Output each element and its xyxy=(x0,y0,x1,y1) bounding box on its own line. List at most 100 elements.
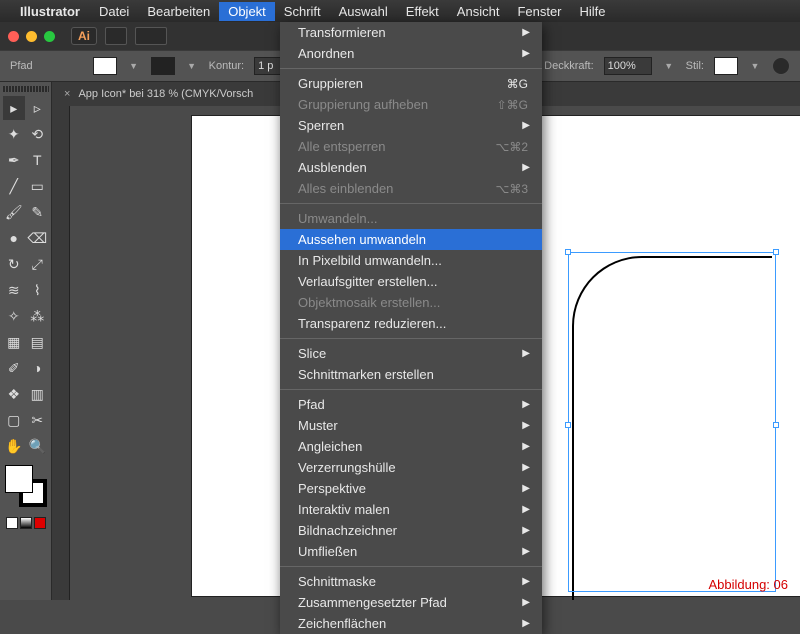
menu-item: Alle entsperren⌥⌘2 xyxy=(280,136,542,157)
menu-item[interactable]: Anordnen▶ xyxy=(280,43,542,64)
slice-tool[interactable]: ✂ xyxy=(27,408,49,432)
menu-auswahl[interactable]: Auswahl xyxy=(330,2,397,21)
fill-stroke-control[interactable] xyxy=(5,465,47,507)
blob-tool[interactable]: ● xyxy=(3,226,25,250)
pen-tool[interactable]: ✒ xyxy=(3,148,25,172)
menu-item[interactable]: Transparenz reduzieren... xyxy=(280,313,542,334)
document-title: App Icon* bei 318 % (CMYK/Vorsch xyxy=(78,88,253,100)
selection-handle[interactable] xyxy=(565,422,571,428)
menu-schrift[interactable]: Schrift xyxy=(275,2,330,21)
close-tab-icon[interactable]: × xyxy=(64,88,70,100)
type-tool[interactable]: T xyxy=(27,148,49,172)
submenu-arrow-icon: ▶ xyxy=(522,597,530,608)
minimize-icon[interactable] xyxy=(26,31,37,42)
menu-item[interactable]: Gruppieren⌘G xyxy=(280,73,542,94)
menu-item[interactable]: Sperren▶ xyxy=(280,115,542,136)
shortcut-label: ⌘G xyxy=(507,77,528,91)
menu-effekt[interactable]: Effekt xyxy=(397,2,448,21)
opacity-input[interactable] xyxy=(604,57,652,75)
window-controls xyxy=(8,31,55,42)
blend-tool[interactable]: ◑ xyxy=(27,356,49,380)
selection-handle[interactable] xyxy=(773,249,779,255)
recolor-icon[interactable] xyxy=(772,57,790,75)
menu-item[interactable]: Zusammengesetzter Pfad▶ xyxy=(280,592,542,613)
selection-handle[interactable] xyxy=(565,249,571,255)
grad-tool[interactable]: ▤ xyxy=(27,330,49,354)
eraser-tool[interactable]: ⌫ xyxy=(27,226,49,250)
panel-grip[interactable] xyxy=(2,86,49,92)
color-mode-swatches[interactable] xyxy=(2,517,49,529)
lasso-tool[interactable]: ⟲ xyxy=(27,122,49,146)
graph-tool[interactable]: ▥ xyxy=(27,382,49,406)
menu-bearbeiten[interactable]: Bearbeiten xyxy=(138,2,219,21)
shb-tool[interactable]: ✧ xyxy=(3,304,25,328)
sym-tool[interactable]: ❖ xyxy=(3,382,25,406)
fill-swatch[interactable] xyxy=(93,57,117,75)
menu-item[interactable]: Perspektive▶ xyxy=(280,478,542,499)
sel-tool[interactable]: ▸ xyxy=(3,96,25,120)
menu-item[interactable]: Slice▶ xyxy=(280,343,542,364)
maximize-icon[interactable] xyxy=(44,31,55,42)
scale-tool[interactable]: ⤢ xyxy=(27,252,49,276)
menu-datei[interactable]: Datei xyxy=(90,2,138,21)
menu-item: Alles einblenden⌥⌘3 xyxy=(280,178,542,199)
app-name[interactable]: Illustrator xyxy=(20,4,80,19)
menu-item[interactable]: Bildnachzeichner▶ xyxy=(280,520,542,541)
menu-item[interactable]: Schnittmaske▶ xyxy=(280,571,542,592)
object-type-label: Pfad xyxy=(10,60,33,72)
submenu-arrow-icon: ▶ xyxy=(522,399,530,410)
selection-handle[interactable] xyxy=(773,422,779,428)
close-icon[interactable] xyxy=(8,31,19,42)
shortcut-label: ⇧⌘G xyxy=(497,98,528,112)
menu-item[interactable]: Ausblenden▶ xyxy=(280,157,542,178)
menu-fenster[interactable]: Fenster xyxy=(508,2,570,21)
hand-tool[interactable]: ✋ xyxy=(3,434,25,458)
bridge-icon[interactable] xyxy=(105,27,127,45)
spray-tool[interactable]: ⁂ xyxy=(27,304,49,328)
dsel-tool[interactable]: ▹ xyxy=(27,96,49,120)
menu-item: Gruppierung aufheben⇧⌘G xyxy=(280,94,542,115)
eyedrop-tool[interactable]: ✐ xyxy=(3,356,25,380)
chevron-down-icon[interactable]: ▼ xyxy=(748,59,762,73)
menu-objekt[interactable]: Objekt xyxy=(219,2,275,21)
menu-item[interactable]: Angleichen▶ xyxy=(280,436,542,457)
menu-item[interactable]: Verlaufsgitter erstellen... xyxy=(280,271,542,292)
brush-tool[interactable]: 🖌 xyxy=(3,200,25,224)
menu-item[interactable]: Verzerrungshülle▶ xyxy=(280,457,542,478)
mesh-tool[interactable]: ▦ xyxy=(3,330,25,354)
app-badge: Ai xyxy=(71,27,97,45)
chevron-down-icon[interactable]: ▼ xyxy=(662,59,676,73)
submenu-arrow-icon: ▶ xyxy=(522,576,530,587)
menu-ansicht[interactable]: Ansicht xyxy=(448,2,509,21)
submenu-arrow-icon: ▶ xyxy=(522,546,530,557)
figure-caption: Abbildung: 06 xyxy=(708,577,788,592)
line-tool[interactable]: ╱ xyxy=(3,174,25,198)
menu-item[interactable]: Schnittmarken erstellen xyxy=(280,364,542,385)
menu-item[interactable]: Zeichenflächen▶ xyxy=(280,613,542,634)
style-swatch[interactable] xyxy=(714,57,738,75)
menu-item[interactable]: Pfad▶ xyxy=(280,394,542,415)
menu-item[interactable]: Aussehen umwandeln xyxy=(280,229,542,250)
pencil-tool[interactable]: ✎ xyxy=(27,200,49,224)
menu-hilfe[interactable]: Hilfe xyxy=(571,2,615,21)
menu-item[interactable]: Umfließen▶ xyxy=(280,541,542,562)
mac-menubar: Illustrator DateiBearbeitenObjektSchrift… xyxy=(0,0,800,22)
zoom-tool[interactable]: 🔍 xyxy=(27,434,49,458)
wand-tool[interactable]: ✦ xyxy=(3,122,25,146)
menu-item[interactable]: In Pixelbild umwandeln... xyxy=(280,250,542,271)
chevron-down-icon[interactable]: ▼ xyxy=(127,59,141,73)
stroke-swatch[interactable] xyxy=(151,57,175,75)
rotate-tool[interactable]: ↻ xyxy=(3,252,25,276)
warp-tool[interactable]: ⌇ xyxy=(27,278,49,302)
chevron-down-icon[interactable]: ▼ xyxy=(185,59,199,73)
style-label: Stil: xyxy=(686,60,704,72)
artb-tool[interactable]: ▢ xyxy=(3,408,25,432)
width-tool[interactable]: ≋ xyxy=(3,278,25,302)
arrange-icon[interactable] xyxy=(135,27,167,45)
tools-panel: ▸▹✦⟲✒T╱▭🖌✎●⌫↻⤢≋⌇✧⁂▦▤✐◑❖▥▢✂✋🔍 xyxy=(0,82,52,600)
submenu-arrow-icon: ▶ xyxy=(522,462,530,473)
rect-tool[interactable]: ▭ xyxy=(27,174,49,198)
menu-item[interactable]: Muster▶ xyxy=(280,415,542,436)
menu-item[interactable]: Interaktiv malen▶ xyxy=(280,499,542,520)
menu-item[interactable]: Transformieren▶ xyxy=(280,22,542,43)
